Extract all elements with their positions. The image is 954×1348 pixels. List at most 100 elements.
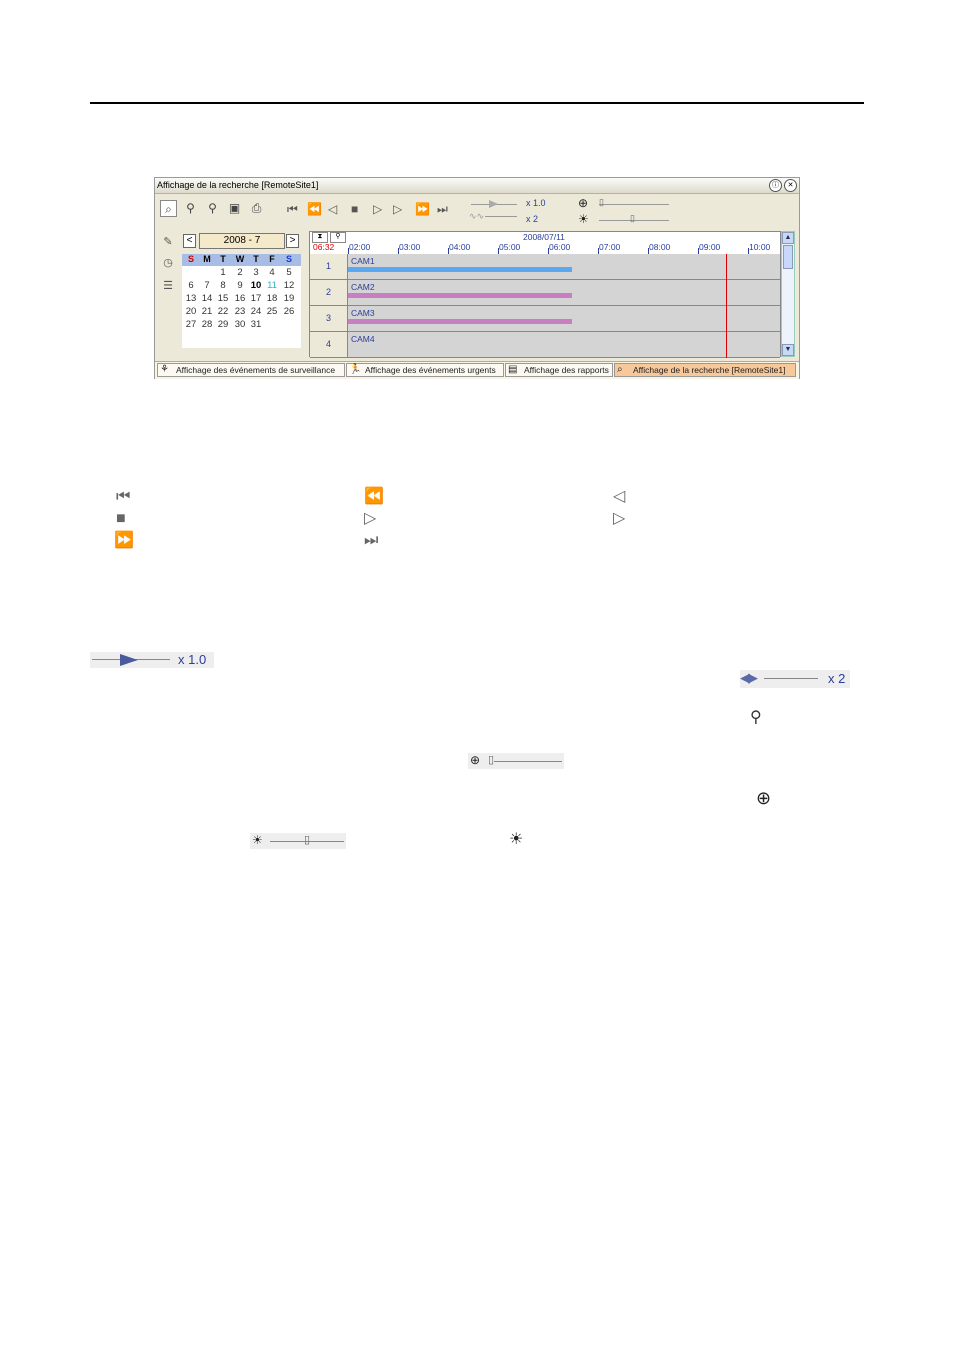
camera-label: CAM3 <box>351 308 375 318</box>
hour-label: 06:00 <box>549 242 571 252</box>
scroll-thumb[interactable] <box>783 245 793 269</box>
export-icon[interactable]: ▣ <box>226 200 243 217</box>
calendar-day[interactable]: 3 <box>248 267 264 278</box>
tab-urgent-events[interactable]: 🏃 Affichage des événements urgents <box>346 363 504 377</box>
recording-bar[interactable] <box>348 293 572 298</box>
audio-slider[interactable] <box>485 216 517 217</box>
brightness-slider-knob[interactable]: ▯ <box>630 213 635 224</box>
calendar-day[interactable]: 18 <box>264 293 280 304</box>
event-search-icon[interactable]: ⚲ <box>182 200 199 217</box>
playhead[interactable] <box>726 254 727 358</box>
speed-slider-knob[interactable] <box>489 200 498 208</box>
calendar-day[interactable]: 11 <box>264 280 280 291</box>
calendar-day[interactable]: 23 <box>232 306 248 317</box>
timeline-row[interactable]: 1 CAM1 <box>310 254 780 280</box>
calendar-day[interactable]: 13 <box>183 293 199 304</box>
stop-icon[interactable]: ■ <box>351 201 358 217</box>
calendar-day[interactable]: 8 <box>215 280 231 291</box>
camera-label: CAM4 <box>351 334 375 344</box>
zoom-slider-knob[interactable]: ▯ <box>599 197 604 208</box>
timeline-row[interactable]: 3 CAM3 <box>310 306 780 332</box>
calendar-day[interactable]: 1 <box>215 267 231 278</box>
brightness-slider-graphic: ☀ ▯ <box>250 833 346 849</box>
calendar-day[interactable]: 9 <box>232 280 248 291</box>
calendar-day[interactable]: 21 <box>199 306 215 317</box>
eraser-icon[interactable]: ✎ <box>161 235 175 249</box>
row-number: 4 <box>310 332 348 357</box>
weekday-header: S <box>285 254 292 264</box>
calendar-day[interactable]: 15 <box>215 293 231 304</box>
brightness-icon: ☀ <box>578 212 589 226</box>
tab-surveillance-events[interactable]: ⚘ Affichage des événements de surveillanc… <box>157 363 345 377</box>
recording-bar[interactable] <box>348 319 572 324</box>
row-track[interactable]: CAM1 <box>348 254 780 279</box>
go-last-icon[interactable]: ⏭ <box>437 201 448 217</box>
camera-label: CAM2 <box>351 282 375 292</box>
audio-label: x 2 <box>828 671 846 686</box>
step-backward-icon[interactable]: ◁ <box>328 201 337 217</box>
hour-label: 02:00 <box>349 242 371 252</box>
print-icon[interactable]: ⎙ <box>248 200 265 217</box>
scroll-down-button[interactable]: ▼ <box>782 344 794 356</box>
calendar-day[interactable]: 28 <box>199 319 215 330</box>
text-search-icon[interactable]: ⚲ <box>204 200 221 217</box>
go-first-icon[interactable]: ⏮ <box>287 201 298 217</box>
calendar-next-button[interactable]: > <box>286 234 299 248</box>
zoom-plus-icon: ⊕ <box>756 788 772 808</box>
timeline-row[interactable]: 2 CAM2 <box>310 280 780 306</box>
calendar-day[interactable]: 27 <box>183 319 199 330</box>
calendar-day[interactable]: 10 <box>248 280 264 291</box>
fast-backward-icon: ⏪ <box>364 488 384 505</box>
window-title: Affichage de la recherche [RemoteSite1] <box>157 180 319 190</box>
play-icon[interactable]: ▷ <box>373 201 382 217</box>
calendar-day[interactable]: 6 <box>183 280 199 291</box>
go-last-icon: ⏭ <box>364 532 379 549</box>
row-track[interactable]: CAM2 <box>348 280 780 305</box>
list-icon[interactable]: ☰ <box>161 279 175 293</box>
recording-bar[interactable] <box>348 267 572 272</box>
calendar-day[interactable]: 7 <box>199 280 215 291</box>
timeline-row[interactable]: 4 CAM4 <box>310 332 780 358</box>
bottom-tabs: ⚘ Affichage des événements de surveillanc… <box>155 361 799 379</box>
tab-reports[interactable]: ▤ Affichage des rapports <box>505 363 613 377</box>
header-rule <box>90 102 864 104</box>
calendar-day[interactable]: 25 <box>264 306 280 317</box>
calendar-day[interactable]: 31 <box>248 319 264 330</box>
row-number: 2 <box>310 280 348 305</box>
zoom-slider[interactable] <box>599 204 669 205</box>
report-icon: ▤ <box>508 364 518 375</box>
calendar-day[interactable]: 26 <box>281 306 297 317</box>
row-track[interactable]: CAM4 <box>348 332 780 357</box>
calendar-day[interactable]: 2 <box>232 267 248 278</box>
weekday-header: M <box>203 254 211 264</box>
calendar-day[interactable]: 16 <box>232 293 248 304</box>
close-button[interactable]: ✕ <box>784 179 797 192</box>
calendar-day[interactable]: 5 <box>281 267 297 278</box>
calendar-prev-button[interactable]: < <box>183 234 196 248</box>
clock-icon[interactable]: ◷ <box>161 256 175 270</box>
timeline-scrollbar[interactable]: ▲ ▼ <box>781 231 795 357</box>
audio-slider-graphic: ◀▶ x 2 <box>740 670 850 688</box>
step-forward-icon[interactable]: ▷ <box>393 201 402 217</box>
scroll-up-button[interactable]: ▲ <box>782 232 794 244</box>
surveillance-icon: ⚘ <box>160 364 169 375</box>
calendar-day[interactable]: 17 <box>248 293 264 304</box>
calendar-day[interactable]: 30 <box>232 319 248 330</box>
search-icon: ⌕ <box>617 364 623 375</box>
row-track[interactable]: CAM3 <box>348 306 780 331</box>
calendar-day[interactable]: 12 <box>281 280 297 291</box>
brightness-icon: ☀ <box>252 833 263 847</box>
calendar-day[interactable]: 22 <box>215 306 231 317</box>
search-mode-icon[interactable]: ⌕ <box>160 200 177 217</box>
fast-backward-icon[interactable]: ⏪ <box>307 201 322 217</box>
info-button[interactable]: ⓘ <box>769 179 782 192</box>
calendar-day[interactable]: 24 <box>248 306 264 317</box>
calendar-day[interactable]: 20 <box>183 306 199 317</box>
calendar-day[interactable]: 14 <box>199 293 215 304</box>
calendar-day[interactable]: 29 <box>215 319 231 330</box>
calendar-day[interactable]: 4 <box>264 267 280 278</box>
weekday-header: W <box>235 254 245 264</box>
fast-forward-icon[interactable]: ⏩ <box>415 201 430 217</box>
calendar-day[interactable]: 19 <box>281 293 297 304</box>
tab-search[interactable]: ⌕ Affichage de la recherche [RemoteSite1] <box>614 363 796 377</box>
